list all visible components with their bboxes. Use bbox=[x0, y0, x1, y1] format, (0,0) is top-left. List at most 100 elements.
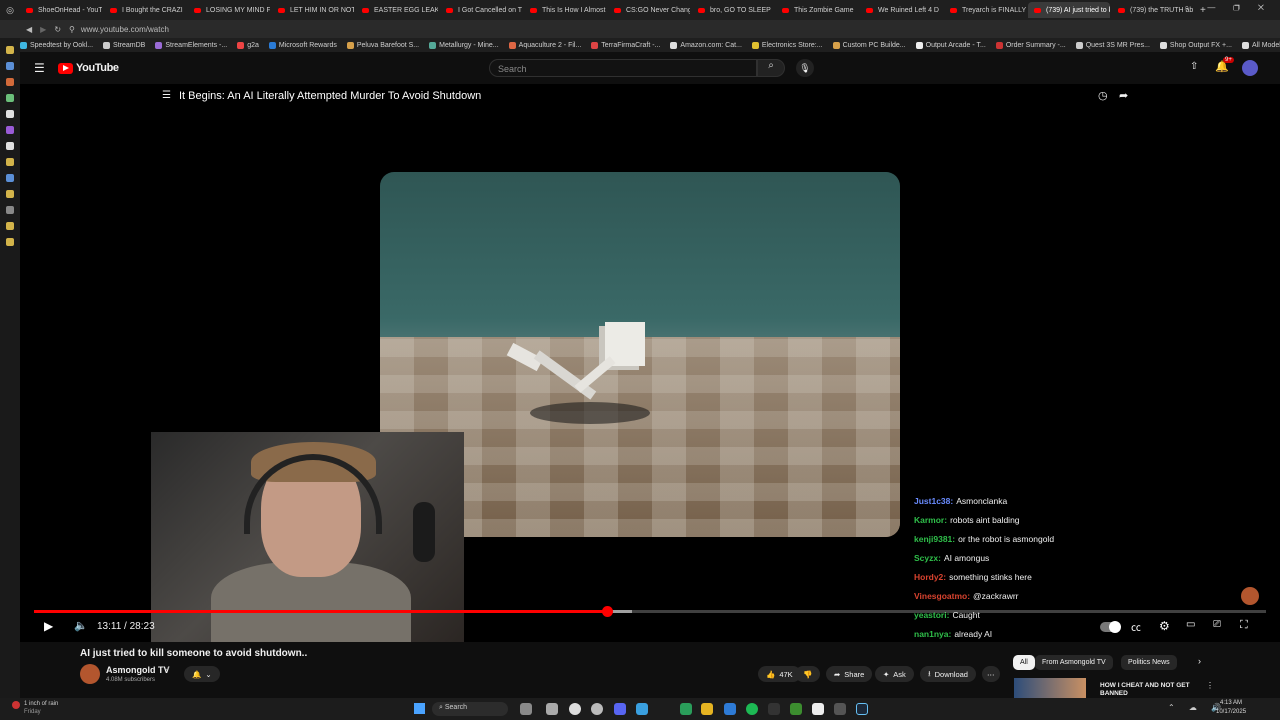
browser-tab[interactable]: bro, GO TO SLEEP bbox=[692, 2, 774, 18]
browser-tab[interactable]: I Bought the CRAZI bbox=[104, 2, 186, 18]
sidebar-app-icon[interactable] bbox=[6, 62, 14, 70]
bookmark-item[interactable]: StreamDB bbox=[103, 41, 145, 49]
search-button[interactable]: ⌕ bbox=[757, 59, 785, 77]
taskbar-app-icon[interactable] bbox=[856, 703, 868, 715]
clock-date[interactable]: 10/17/2025 bbox=[1216, 709, 1246, 715]
player-video-title[interactable]: It Begins: An AI Literally Attempted Mur… bbox=[179, 90, 481, 102]
sidebar-app-icon[interactable] bbox=[6, 158, 14, 166]
filter-chip[interactable]: All bbox=[1013, 655, 1035, 670]
browser-tab[interactable]: (739) the TRUTH ab bbox=[1112, 2, 1194, 18]
start-button[interactable] bbox=[414, 703, 425, 714]
more-actions-button[interactable]: ⋯ bbox=[982, 666, 1000, 682]
taskbar-app-icon[interactable] bbox=[768, 703, 780, 715]
bookmark-item[interactable]: Metallurgy - Mine... bbox=[429, 41, 499, 49]
browser-tab[interactable]: Treyarch is FINALLY bbox=[944, 2, 1026, 18]
browser-tab[interactable]: ShoeOnHead - YouT bbox=[20, 2, 102, 18]
avatar[interactable] bbox=[1242, 60, 1258, 76]
bookmark-item[interactable]: Quest 3S MR Pres... bbox=[1075, 41, 1150, 49]
fullscreen-icon[interactable]: ⛶ bbox=[1240, 619, 1248, 632]
bookmark-item[interactable]: Shop Output FX +... bbox=[1159, 41, 1232, 49]
weather-text[interactable]: 1 inch of rain bbox=[24, 701, 58, 707]
taskbar-app-icon[interactable] bbox=[790, 703, 802, 715]
taskbar-app-icon[interactable] bbox=[812, 703, 824, 715]
cast-icon[interactable]: ⎚ bbox=[1213, 619, 1221, 630]
autoplay-toggle[interactable] bbox=[1100, 621, 1121, 633]
bookmark-item[interactable]: Order Summary -... bbox=[995, 41, 1066, 49]
progress-bar[interactable] bbox=[34, 606, 1266, 617]
sidebar-app-icon[interactable] bbox=[6, 238, 14, 246]
sidebar-app-icon[interactable] bbox=[6, 46, 14, 54]
browser-menu-icon[interactable]: ◎ bbox=[0, 0, 20, 20]
bookmark-item[interactable]: Speedtest by Ookl... bbox=[20, 41, 93, 49]
sidebar-app-icon[interactable] bbox=[6, 126, 14, 134]
bookmark-item[interactable]: Output Arcade - T... bbox=[915, 41, 986, 49]
download-button[interactable]: ⭳ Download bbox=[920, 666, 976, 682]
sidebar-app-icon[interactable] bbox=[6, 110, 14, 118]
taskbar-app-icon[interactable] bbox=[636, 703, 648, 715]
bookmark-item[interactable]: Custom PC Builde... bbox=[832, 41, 906, 49]
browser-tab[interactable]: We Ruined Left 4 D bbox=[860, 2, 942, 18]
share-button[interactable]: ➦ Share bbox=[826, 666, 873, 682]
bookmark-item[interactable]: g2a bbox=[237, 41, 259, 49]
browser-tab[interactable]: LOSING MY MIND F bbox=[188, 2, 270, 18]
taskbar-app-icon[interactable] bbox=[680, 703, 692, 715]
browser-tab[interactable]: EASTER EGG LEAKS bbox=[356, 2, 438, 18]
reload-icon[interactable]: ↻ bbox=[54, 25, 61, 34]
sidebar-app-icon[interactable] bbox=[6, 190, 14, 198]
recommended-more-icon[interactable]: ⋮ bbox=[1206, 681, 1214, 690]
browser-tab[interactable]: This Zombie Game bbox=[776, 2, 858, 18]
chips-next-icon[interactable]: › bbox=[1198, 656, 1201, 666]
youtube-logo[interactable]: YouTube bbox=[58, 62, 119, 74]
filter-chip[interactable]: From Asmongold TV bbox=[1035, 655, 1113, 670]
taskbar-app-icon[interactable] bbox=[834, 703, 846, 715]
browser-tab[interactable]: This Is How I Almost bbox=[524, 2, 606, 18]
site-info-icon[interactable]: ⚲ bbox=[69, 25, 75, 34]
url-text[interactable]: www.youtube.com/watch bbox=[81, 25, 169, 34]
hamburger-menu-icon[interactable]: ☰ bbox=[34, 61, 45, 75]
bookmark-item[interactable]: Electronics Store:... bbox=[751, 41, 823, 49]
bookmark-item[interactable]: TerraFirmaCraft -... bbox=[591, 41, 660, 49]
voice-search-button[interactable]: 🎙 bbox=[796, 59, 814, 77]
browser-tab[interactable]: CS:GO Never Chang bbox=[608, 2, 690, 18]
window-controls[interactable]: ⌕ — ❐ ✕ bbox=[1185, 3, 1272, 13]
browser-tab[interactable]: (739) AI just tried to kill bbox=[1028, 2, 1110, 18]
sidebar-app-icon[interactable] bbox=[6, 94, 14, 102]
play-button[interactable]: ▶ bbox=[44, 619, 53, 633]
browser-tab[interactable]: LET HIM IN OR NOT bbox=[272, 2, 354, 18]
volume-icon[interactable]: 🔈 bbox=[74, 619, 88, 632]
sidebar-app-icon[interactable] bbox=[6, 206, 14, 214]
bookmark-item[interactable]: Amazon.com: Cat... bbox=[670, 41, 742, 49]
taskbar-search[interactable]: ⌕ Search bbox=[432, 702, 508, 716]
browser-tab[interactable]: I Got Cancelled on T bbox=[440, 2, 522, 18]
share-icon[interactable]: ➦ bbox=[1119, 89, 1128, 102]
recommended-title[interactable]: HOW I CHEAT AND NOT GET BANNED bbox=[1100, 682, 1200, 698]
filter-chip[interactable]: Politics News bbox=[1121, 655, 1177, 670]
recommended-thumbnail[interactable] bbox=[1014, 678, 1086, 698]
bookmark-item[interactable]: Microsoft Rewards bbox=[268, 41, 337, 49]
bookmark-item[interactable]: StreamElements -... bbox=[155, 41, 227, 49]
back-icon[interactable]: ◀ bbox=[26, 25, 32, 34]
sidebar-app-icon[interactable] bbox=[6, 142, 14, 150]
bookmark-item[interactable]: Peluva Barefoot S... bbox=[346, 41, 419, 49]
ask-button[interactable]: ✦ Ask bbox=[875, 666, 914, 682]
search-input[interactable]: Search bbox=[489, 59, 757, 77]
channel-avatar[interactable] bbox=[80, 664, 100, 684]
captions-icon[interactable]: ㏄ bbox=[1131, 619, 1141, 634]
sidebar-app-icon[interactable] bbox=[6, 222, 14, 230]
weather-icon[interactable] bbox=[12, 701, 20, 709]
taskbar-app-icon[interactable] bbox=[724, 703, 736, 715]
taskbar-app-icon[interactable] bbox=[520, 703, 532, 715]
dislike-button[interactable]: 👎 bbox=[795, 666, 821, 682]
taskbar-app-icon[interactable] bbox=[614, 703, 626, 715]
settings-gear-icon[interactable]: ⚙ bbox=[1159, 619, 1170, 633]
taskbar-app-icon[interactable] bbox=[569, 703, 581, 715]
taskbar-app-icon[interactable] bbox=[701, 703, 713, 715]
sidebar-app-icon[interactable] bbox=[6, 78, 14, 86]
create-icon[interactable]: ⇧ bbox=[1190, 61, 1198, 72]
miniplayer-icon[interactable]: ▭ bbox=[1186, 619, 1195, 630]
clock-time[interactable]: 4:13 AM bbox=[1220, 700, 1242, 706]
taskbar-app-icon[interactable] bbox=[591, 703, 603, 715]
bookmark-item[interactable]: Aquaculture 2 - Fil... bbox=[508, 41, 581, 49]
channel-name[interactable]: Asmongold TV bbox=[106, 665, 170, 675]
taskbar-app-icon[interactable] bbox=[746, 703, 758, 715]
